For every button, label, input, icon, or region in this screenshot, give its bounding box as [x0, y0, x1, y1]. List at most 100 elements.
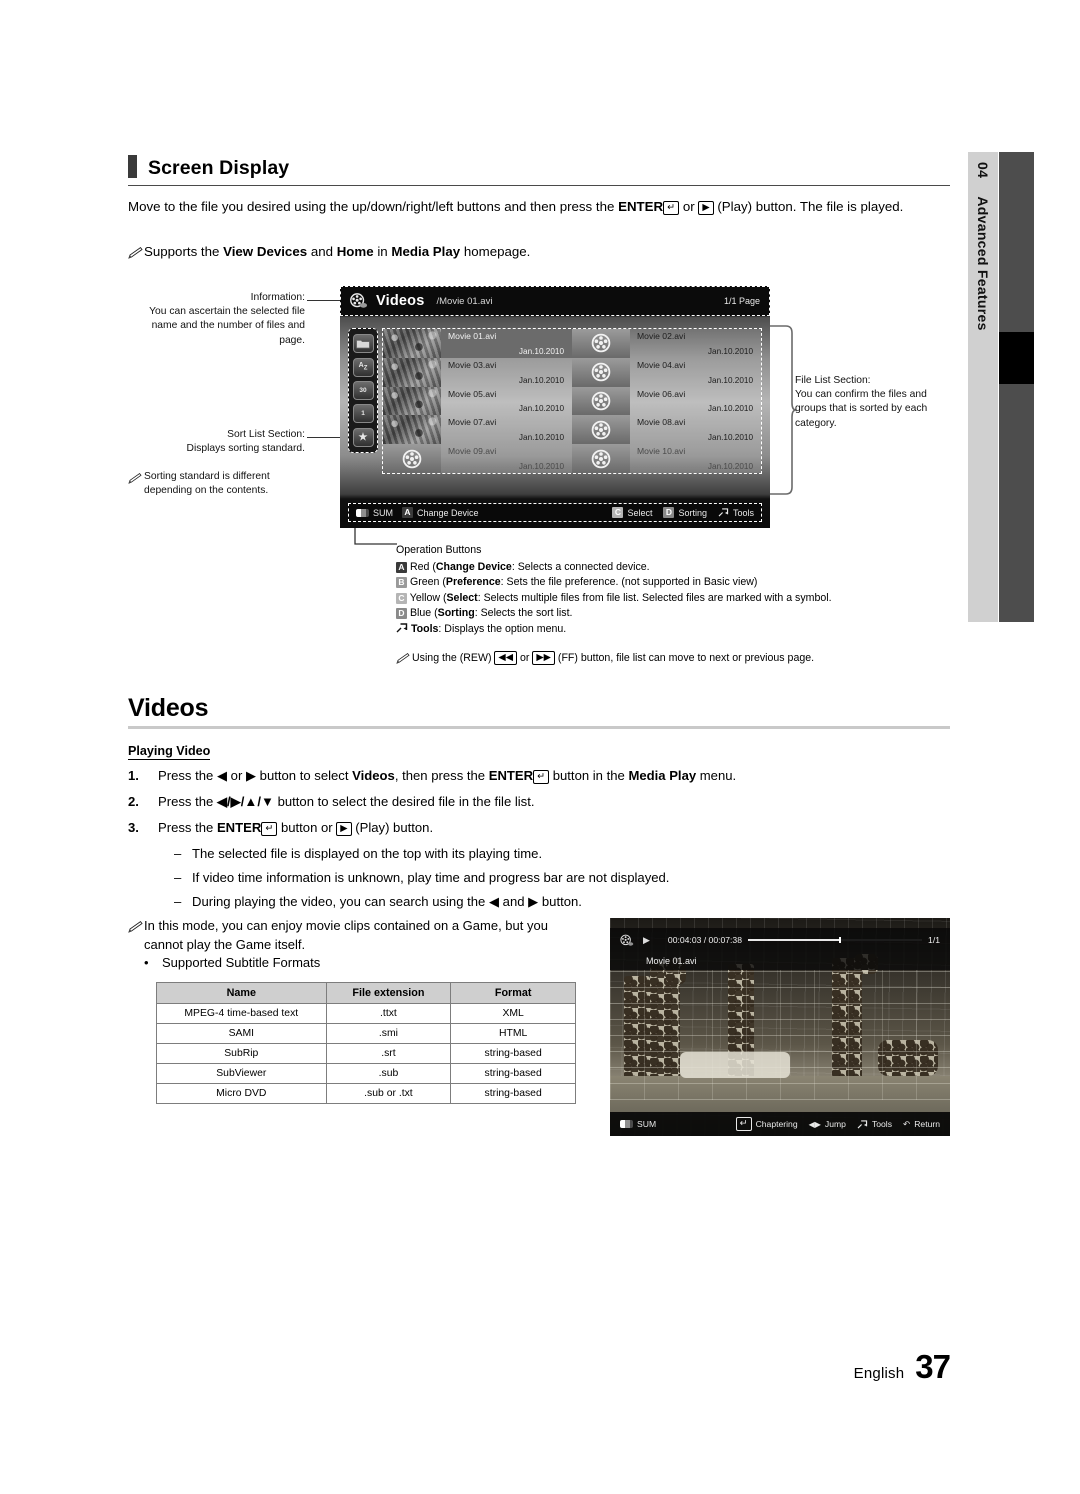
- footer-btn-tools[interactable]: Tools: [718, 508, 754, 518]
- file-list-item[interactable]: Movie 06.avi Jan.10.2010: [572, 386, 761, 416]
- step-2-text: Press the ◀/▶/▲/▼ button to select the d…: [158, 794, 535, 810]
- table-cell: string-based: [450, 1063, 576, 1084]
- videos-rule: [128, 726, 950, 729]
- step-1-text: Press the ◀ or ▶ button to select Videos…: [158, 768, 737, 784]
- footer-btn-sorting-label: Sorting: [678, 507, 707, 518]
- file-date: Jan.10.2010: [707, 375, 753, 385]
- videos-heading: Videos: [128, 694, 950, 729]
- file-list-item[interactable]: Movie 02.avi Jan.10.2010: [572, 329, 761, 358]
- step-1: 1. Press the ◀ or ▶ button to select Vid…: [128, 768, 950, 784]
- player-operation-bar: SUM ↵ Chaptering ◀▶ Jump Tools ↶ Return: [610, 1112, 950, 1136]
- operation-buttons-block: Operation Buttons A Red (Change Device: …: [396, 543, 956, 666]
- operation-row-red-desc: : Selects a connected device.: [511, 560, 650, 573]
- bracket-file-list: [768, 325, 796, 495]
- callout-sort-body: Displays sorting standard.: [186, 443, 305, 455]
- file-list-item[interactable]: Movie 09.avi Jan.10.2010: [383, 444, 572, 473]
- sort-icon-star[interactable]: ★: [352, 427, 374, 447]
- subtitle-formats-bullet: • Supported Subtitle Formats: [144, 955, 320, 970]
- footer-btn-change-device[interactable]: A Change Device: [402, 507, 479, 518]
- player-btn-sum[interactable]: SUM: [620, 1119, 656, 1129]
- operation-row-green-name: Preference: [445, 576, 501, 589]
- operation-note-pre: Using the (REW): [412, 651, 495, 664]
- table-cell: SubRip: [156, 1043, 327, 1064]
- subtitle-formats-label: Supported Subtitle Formats: [162, 955, 321, 970]
- intro-text-3: (Play) button. The file is played.: [713, 199, 904, 214]
- file-name: Movie 03.avi: [448, 359, 497, 370]
- ff-key-icon: ▶▶: [532, 650, 555, 665]
- file-list-item-meta: Movie 06.avi Jan.10.2010: [630, 386, 761, 416]
- sum-icon: [356, 508, 369, 517]
- direction-arrows-icon: ◀/▶/▲/▼: [216, 794, 274, 809]
- step-2-pre: Press the: [158, 794, 217, 809]
- file-name: Movie 10.avi: [637, 446, 686, 457]
- file-name: Movie 08.avi: [637, 417, 686, 428]
- video-playback-screenshot: ▶ 00:04:03 / 00:07:38 1/1 Movie 01.avi S…: [610, 918, 950, 1136]
- file-list-item[interactable]: Movie 07.avi Jan.10.2010: [383, 415, 572, 445]
- table-cell: HTML: [450, 1023, 576, 1044]
- subtitle-formats-table: Name File extension Format MPEG-4 time-b…: [156, 982, 576, 1104]
- page-title: Screen Display: [148, 157, 290, 179]
- table-cell: SubViewer: [156, 1063, 327, 1084]
- player-info-bar: ▶ 00:04:03 / 00:07:38 1/1: [610, 928, 950, 952]
- file-date: Jan.10.2010: [518, 346, 564, 356]
- dash-item-2: – If video time information is unknown, p…: [174, 870, 950, 885]
- operation-row-yellow: C Yellow (Select: Selects multiple files…: [396, 591, 956, 607]
- table-cell: .sub: [325, 1063, 452, 1084]
- file-list-item[interactable]: Movie 08.avi Jan.10.2010: [572, 415, 761, 445]
- right-arrow-icon: ▶: [245, 768, 257, 783]
- player-progress-bar[interactable]: [748, 937, 923, 943]
- note-text-3: in: [373, 244, 392, 259]
- step-2: 2. Press the ◀/▶/▲/▼ button to select th…: [128, 794, 950, 810]
- file-thumb-reel-icon: [383, 444, 441, 473]
- table-cell: XML: [450, 1003, 576, 1024]
- footer-btn-sum[interactable]: SUM: [356, 508, 393, 518]
- sort-icon-alphabet[interactable]: AZ: [352, 357, 374, 377]
- callout-file-list-title: File List Section:: [795, 375, 871, 386]
- player-btn-return[interactable]: ↶ Return: [903, 1119, 940, 1130]
- file-list-item[interactable]: Movie 01.avi Jan.10.2010: [383, 329, 572, 358]
- page-footer: English 37: [854, 1348, 951, 1386]
- step-3-post: (Play) button.: [351, 820, 434, 835]
- player-btn-jump[interactable]: ◀▶ Jump: [809, 1119, 846, 1129]
- media-play-screen-diagram: Videos /Movie 01.avi 1/1 Page AZ 30 1 ★ …: [340, 286, 770, 528]
- step-1-enter-label: ENTER: [488, 768, 534, 783]
- dash-marker: –: [174, 870, 182, 885]
- player-btn-chaptering[interactable]: ↵ Chaptering: [735, 1117, 798, 1131]
- sort-icon-preference[interactable]: 1: [352, 404, 374, 424]
- file-list-section[interactable]: Movie 01.avi Jan.10.2010 Movie 02.avi Jan.1…: [382, 328, 762, 474]
- player-btn-tools[interactable]: Tools: [857, 1119, 892, 1129]
- file-list-item[interactable]: Movie 10.avi Jan.10.2010: [572, 444, 761, 473]
- file-list-item-meta: Movie 04.avi Jan.10.2010: [630, 357, 761, 387]
- footer-btn-select[interactable]: C Select: [612, 507, 652, 518]
- table-header-file-extension: File extension: [325, 982, 452, 1004]
- sort-icon-calendar[interactable]: 30: [352, 380, 374, 400]
- operation-row-blue: D Blue (Sorting: Selects the sort list.: [396, 606, 956, 622]
- sort-list-section[interactable]: AZ 30 1 ★: [348, 328, 378, 453]
- sort-icon-folder[interactable]: [352, 334, 374, 354]
- key-b-icon: B: [396, 577, 407, 589]
- footer-btn-sorting[interactable]: D Sorting: [663, 507, 707, 518]
- dash-item-3: – During playing the video, you can searc…: [174, 894, 950, 910]
- file-date: Jan.10.2010: [707, 461, 753, 471]
- chapter-label: Advanced Features: [975, 196, 991, 331]
- file-thumb-preview: [383, 386, 441, 416]
- player-progress-knob[interactable]: [838, 937, 841, 943]
- file-name: Movie 04.avi: [637, 359, 686, 370]
- file-thumb-preview: [383, 415, 441, 445]
- step-3-enter-label: ENTER: [216, 820, 262, 835]
- operation-row-yellow-name: Select: [446, 591, 478, 604]
- file-list-item[interactable]: Movie 03.avi Jan.10.2010: [383, 357, 572, 387]
- table-row: Micro DVD .sub or .txt string-based: [156, 1083, 576, 1104]
- operation-row-red-color: Red: [409, 560, 430, 573]
- operation-note-rew-ff: Using the (REW) ◀◀ or ▶▶ (FF) button, fi…: [396, 649, 956, 667]
- file-name: Movie 02.avi: [637, 331, 686, 341]
- file-list-item[interactable]: Movie 04.avi Jan.10.2010: [572, 357, 761, 387]
- file-thumb-preview: [383, 357, 441, 387]
- note-text-4: homepage.: [460, 244, 531, 259]
- operation-row-blue-color: Blue: [409, 607, 432, 620]
- callout-sort-note: Sorting standard is different depending …: [128, 470, 328, 498]
- file-list-item-meta: Movie 08.avi Jan.10.2010: [630, 415, 761, 445]
- operation-row-blue-desc: : Selects the sort list.: [474, 607, 573, 620]
- file-thumb-preview: [383, 329, 441, 358]
- file-list-item[interactable]: Movie 05.avi Jan.10.2010: [383, 386, 572, 416]
